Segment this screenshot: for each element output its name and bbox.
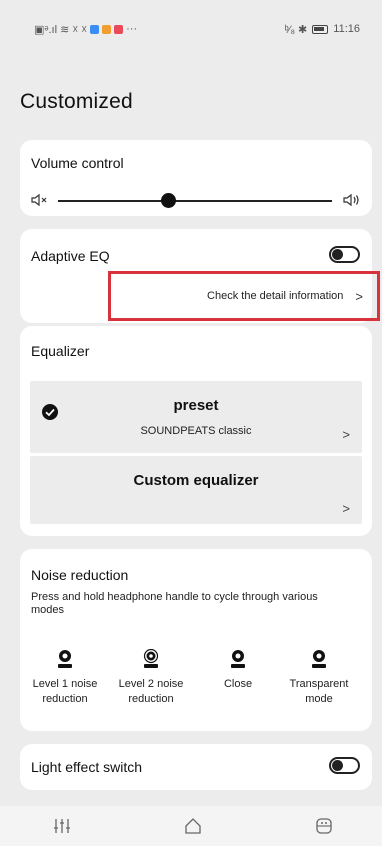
status-right: ᵇ⁄₈ ✱ 11:16 [284, 23, 360, 36]
status-indicators: ▣ᵊ.ıl ≋ ☓ ☓ [34, 23, 88, 36]
status-time: 11:16 [333, 23, 360, 35]
noise-mode-level2-line2: reduction [128, 693, 174, 705]
chevron-right-icon: > [355, 288, 363, 304]
noise-reduction-title: Noise reduction [31, 567, 129, 583]
chevron-right-icon: > [342, 501, 350, 516]
volume-knob[interactable] [160, 193, 176, 208]
noise-mode-level1-line2: reduction [42, 693, 88, 705]
detail-info-label: Check the detail information [207, 290, 344, 302]
app-badge-blue-icon [90, 24, 100, 34]
status-right-indicators: ᵇ⁄₈ ✱ [284, 23, 308, 36]
detail-info-link[interactable]: Check the detail information > [108, 271, 380, 321]
preset-label: preset [173, 397, 219, 414]
light-effect-toggle[interactable] [329, 757, 360, 774]
page-title: Customized [20, 90, 133, 113]
noise-reduction-description: Press and hold headphone handle to cycle… [31, 591, 318, 616]
volume-title: Volume control [31, 155, 124, 171]
noise-mode-transparent[interactable]: Transparent mode [272, 649, 366, 707]
home-icon[interactable] [183, 817, 203, 835]
speaker-loud-icon [343, 193, 359, 207]
volume-card: Volume control [20, 140, 372, 216]
noise-mode-level2[interactable]: Level 2 noise reduction [106, 649, 196, 707]
bottom-nav [0, 806, 382, 846]
noise-mode-transparent-line2: mode [305, 693, 333, 705]
equalizer-title: Equalizer [31, 343, 90, 359]
light-effect-title: Light effect switch [31, 759, 143, 775]
speaker-mute-icon [31, 193, 47, 207]
noise-mode-level1[interactable]: Level 1 noise reduction [20, 649, 110, 707]
custom-equalizer-label: Custom equalizer [133, 472, 259, 489]
battery-icon [312, 24, 329, 34]
status-more: ··· [126, 23, 138, 35]
equalizer-sliders-icon[interactable] [52, 817, 72, 835]
noise-mode-level1-line1: Level 1 noise [32, 678, 98, 690]
adaptive-eq-toggle[interactable] [329, 246, 360, 263]
status-left: ▣ᵊ.ıl ≋ ☓ ☓ ··· [34, 23, 137, 36]
earbuds-case-icon[interactable] [314, 817, 334, 835]
volume-track[interactable] [58, 200, 332, 202]
custom-equalizer-option[interactable]: Custom equalizer > [30, 456, 362, 524]
noise-mode-level2-line1: Level 2 noise [118, 678, 184, 690]
anc-level1-icon [58, 650, 72, 668]
noise-mode-close-line1: Close [223, 678, 253, 690]
chevron-right-icon: > [342, 427, 350, 442]
noise-mode-close[interactable]: Close [210, 649, 266, 692]
app-badge-red-icon [114, 24, 124, 34]
light-effect-card: Light effect switch [20, 744, 372, 790]
transparent-mode-icon [312, 650, 326, 668]
app-badge-orange-icon [102, 24, 112, 34]
adaptive-eq-card: Adaptive EQ Check the detail information… [20, 229, 380, 323]
preset-value: SOUNDPEATS classic [140, 425, 252, 437]
anc-off-icon [231, 650, 245, 668]
preset-option[interactable]: preset SOUNDPEATS classic > [30, 381, 362, 453]
equalizer-card: Equalizer preset SOUNDPEATS classic > Cu… [20, 326, 372, 536]
status-bar: ▣ᵊ.ıl ≋ ☓ ☓ ··· ᵇ⁄₈ ✱ 11:16 [0, 0, 382, 58]
noise-mode-transparent-line1: Transparent [289, 678, 349, 690]
volume-slider[interactable] [30, 190, 362, 212]
noise-reduction-card: Noise reduction Press and hold headphone… [20, 549, 372, 731]
anc-level2-icon [143, 649, 159, 668]
adaptive-eq-title: Adaptive EQ [31, 248, 110, 264]
